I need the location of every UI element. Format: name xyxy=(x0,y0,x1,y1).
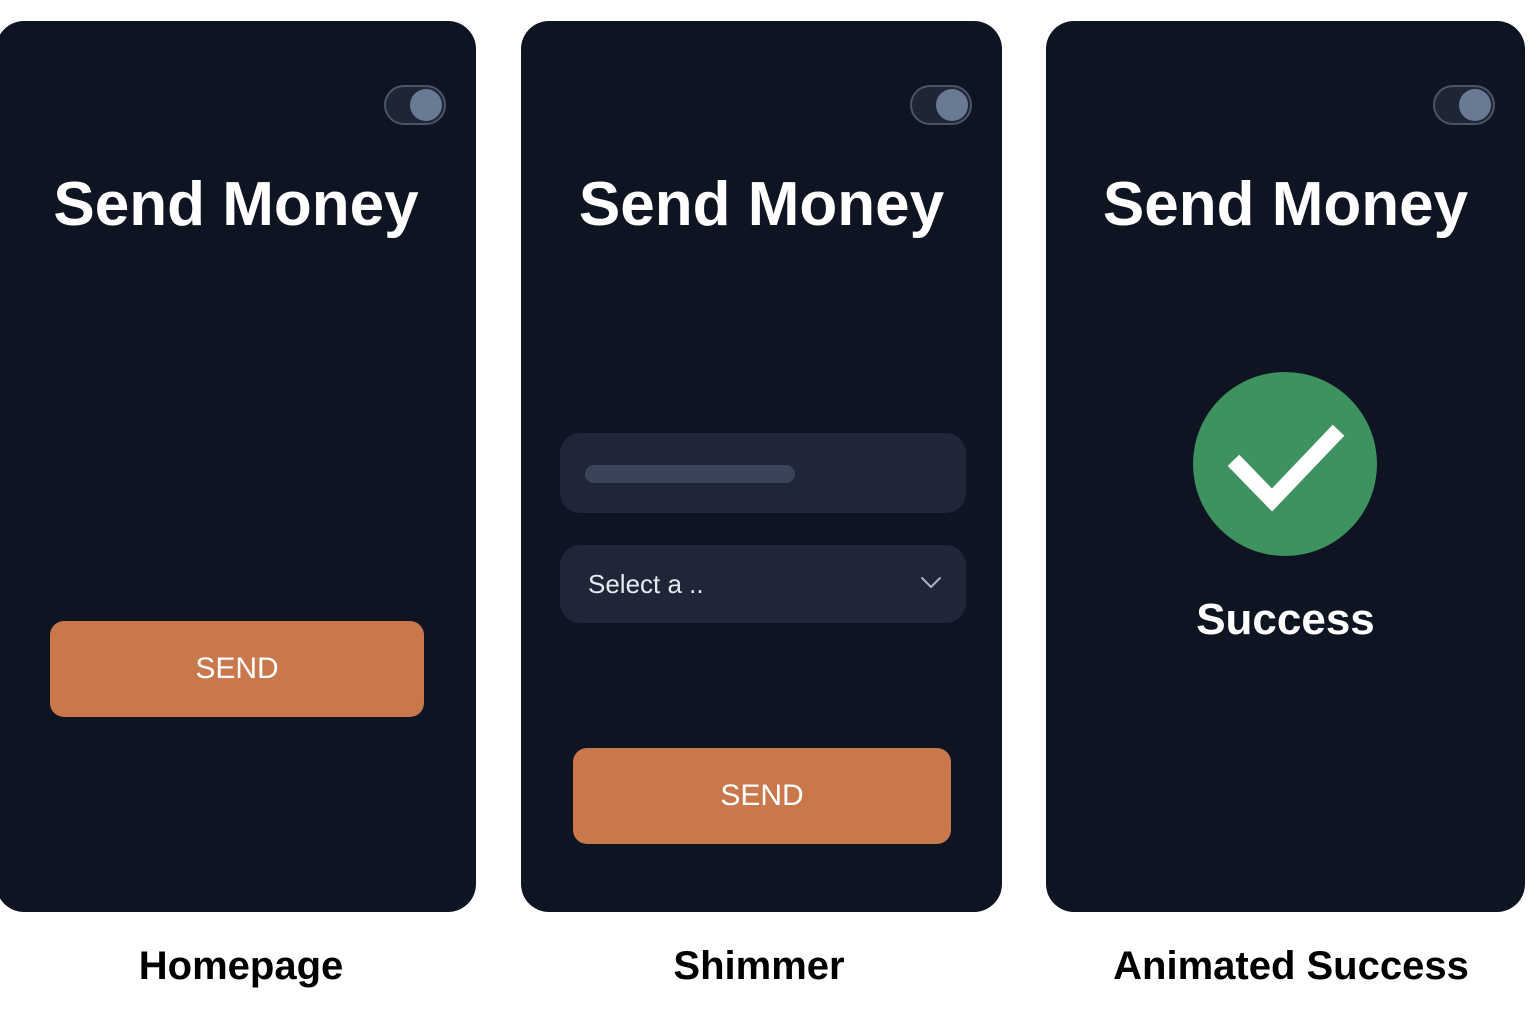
toggle-knob xyxy=(1459,89,1491,121)
chevron-down-icon xyxy=(921,577,941,588)
amount-field-skeleton[interactable] xyxy=(560,433,966,513)
theme-toggle[interactable] xyxy=(1433,85,1495,125)
theme-toggle[interactable] xyxy=(384,85,446,125)
theme-toggle[interactable] xyxy=(910,85,972,125)
caption-shimmer: Shimmer xyxy=(673,944,845,988)
success-screen: Send Money Success xyxy=(1046,21,1525,912)
success-message: Success xyxy=(1196,595,1375,644)
page-title: Send Money xyxy=(1102,170,1469,239)
caption-homepage: Homepage xyxy=(138,944,344,988)
page-title: Send Money xyxy=(53,170,419,239)
shimmer-placeholder-bar xyxy=(585,465,795,483)
success-badge xyxy=(1193,372,1377,556)
toggle-knob xyxy=(410,89,442,121)
toggle-knob xyxy=(936,89,968,121)
checkmark-icon xyxy=(1227,424,1345,512)
recipient-select[interactable]: Select a .. xyxy=(560,545,966,623)
caption-animated-success: Animated Success xyxy=(1113,944,1469,988)
shimmer-screen: Send Money Select a .. SEND xyxy=(521,21,1002,912)
page-title: Send Money xyxy=(578,170,945,239)
select-placeholder: Select a .. xyxy=(588,569,704,599)
send-button[interactable]: SEND xyxy=(573,748,951,844)
send-button[interactable]: SEND xyxy=(50,621,424,717)
homepage-screen: Send Money SEND xyxy=(0,21,476,912)
